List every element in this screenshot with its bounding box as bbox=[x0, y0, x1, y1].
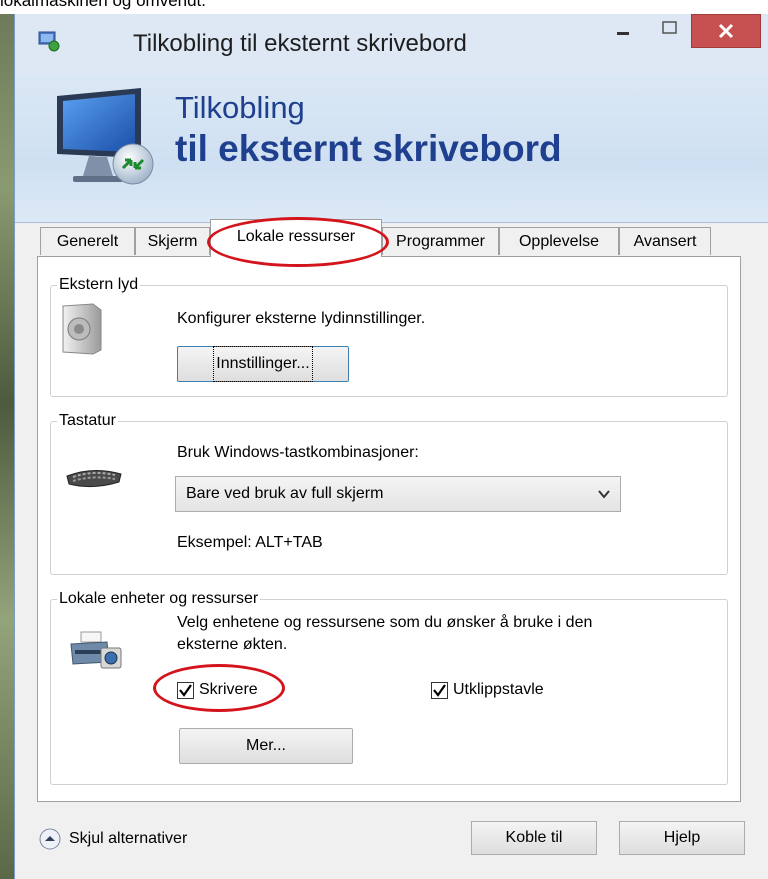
minimize-button[interactable] bbox=[605, 14, 645, 50]
printer-camera-icon bbox=[70, 631, 122, 669]
printers-checkbox[interactable] bbox=[177, 682, 194, 699]
collapse-arrow-icon[interactable] bbox=[39, 828, 61, 850]
tab-programmer[interactable]: Programmer bbox=[382, 227, 499, 255]
maximize-button[interactable] bbox=[651, 14, 691, 50]
keyboard-icon bbox=[66, 470, 122, 488]
checkmark-icon bbox=[433, 684, 446, 697]
devices-description-line1: Velg enhetene og ressursene som du ønske… bbox=[177, 614, 593, 631]
tab-generelt[interactable]: Generelt bbox=[40, 227, 135, 255]
close-button[interactable] bbox=[691, 14, 761, 48]
sound-settings-label: Innstillinger... bbox=[213, 346, 313, 382]
tab-panel-lokale-ressurser: Ekstern lyd Konfigurer eksterne lydinnst… bbox=[37, 256, 741, 802]
keyboard-description: Bruk Windows-tastkombinasjoner: bbox=[177, 444, 419, 461]
printers-label[interactable]: Skrivere bbox=[199, 681, 258, 699]
group-title-external-sound: Ekstern lyd bbox=[57, 276, 141, 294]
desktop-background bbox=[0, 14, 14, 879]
chevron-down-icon bbox=[598, 490, 610, 499]
group-local-devices: Lokale enheter og ressurser Velg enheten… bbox=[50, 590, 728, 785]
remote-desktop-window: Tilkobling til eksternt skrivebord Tilko… bbox=[14, 14, 768, 879]
banner-title-line1: Tilkobling bbox=[175, 90, 305, 125]
keyboard-combo-select[interactable]: Bare ved bruk av full skjerm bbox=[175, 476, 621, 512]
group-external-sound: Ekstern lyd Konfigurer eksterne lydinnst… bbox=[50, 276, 728, 397]
speaker-icon bbox=[62, 303, 102, 355]
sound-description: Konfigurer eksterne lydinnstillinger. bbox=[177, 310, 426, 327]
window-title: Tilkobling til eksternt skrivebord bbox=[133, 30, 467, 57]
tab-opplevelse[interactable]: Opplevelse bbox=[499, 227, 619, 255]
remote-desktop-icon bbox=[57, 88, 154, 185]
tab-lokale-ressurser[interactable]: Lokale ressurser bbox=[210, 219, 382, 257]
connect-button[interactable]: Koble til bbox=[471, 821, 597, 855]
more-button[interactable]: Mer... bbox=[179, 728, 353, 764]
sound-settings-button[interactable]: Innstillinger... bbox=[177, 346, 349, 382]
remote-desktop-icon bbox=[38, 31, 60, 52]
keyboard-example: Eksempel: ALT+TAB bbox=[177, 534, 323, 551]
group-title-keyboard: Tastatur bbox=[57, 412, 118, 430]
title-bar[interactable]: Tilkobling til eksternt skrivebord bbox=[15, 14, 768, 74]
clipboard-checkbox[interactable] bbox=[431, 682, 448, 699]
page-caption: lokalmaskinen og omvendt. bbox=[0, 0, 207, 10]
tab-skjerm[interactable]: Skjerm bbox=[135, 227, 210, 255]
tab-avansert[interactable]: Avansert bbox=[619, 227, 711, 255]
group-title-local-devices: Lokale enheter og ressurser bbox=[57, 590, 261, 608]
keyboard-selected-option: Bare ved bruk av full skjerm bbox=[186, 485, 384, 502]
checkmark-icon bbox=[179, 684, 192, 697]
hide-options-link[interactable]: Skjul alternativer bbox=[69, 830, 187, 848]
clipboard-label[interactable]: Utklippstavle bbox=[453, 681, 544, 699]
header-banner: Tilkobling til eksternt skrivebord bbox=[15, 74, 768, 223]
banner-title-line2: til eksternt skrivebord bbox=[175, 128, 562, 169]
help-button[interactable]: Hjelp bbox=[619, 821, 745, 855]
close-icon bbox=[718, 23, 734, 39]
devices-description-line2: eksterne økten. bbox=[177, 636, 288, 653]
group-keyboard: Tastatur Bruk Windows-tastkombinasjoner:… bbox=[50, 412, 728, 575]
